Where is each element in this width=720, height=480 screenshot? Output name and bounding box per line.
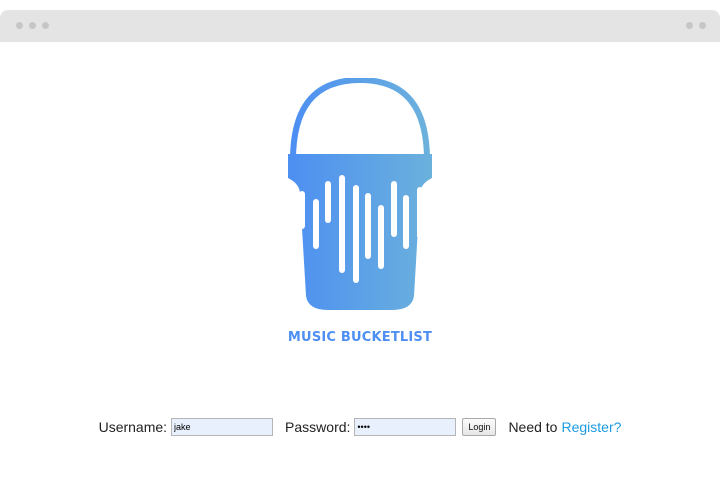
- browser-window: MUSIC BUCKETLIST Username: Password: Log…: [0, 0, 720, 480]
- window-dot-icon[interactable]: [29, 22, 36, 29]
- username-label: Username:: [98, 419, 168, 435]
- window-dot-icon[interactable]: [16, 22, 23, 29]
- music-bucket-logo-icon: [284, 78, 436, 318]
- window-controls-right: [686, 22, 706, 29]
- window-dot-icon[interactable]: [686, 22, 693, 29]
- username-input[interactable]: [171, 418, 274, 436]
- window-titlebar: [0, 10, 720, 42]
- login-form: Username: Password: Login Need to Regist…: [0, 418, 720, 436]
- register-prompt: Need to: [508, 419, 558, 435]
- password-input[interactable]: [354, 418, 457, 436]
- login-button[interactable]: Login: [462, 418, 497, 436]
- window-dot-icon[interactable]: [699, 22, 706, 29]
- window-controls-left: [16, 22, 49, 29]
- password-label: Password:: [285, 419, 351, 435]
- register-link[interactable]: Register?: [561, 419, 621, 435]
- window-dot-icon[interactable]: [42, 22, 49, 29]
- brand-name: MUSIC BUCKETLIST: [287, 330, 433, 345]
